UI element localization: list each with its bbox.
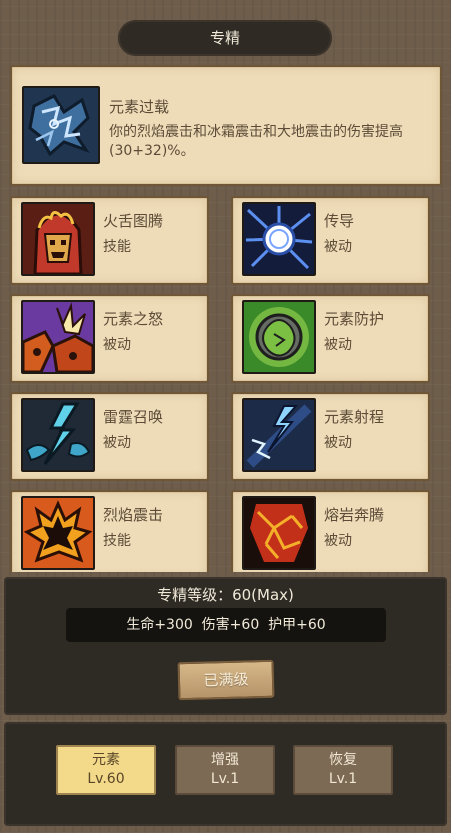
talent-list[interactable]: 元素过载 你的烈焰震击和冰霜震击和大地震击的伤害提高(30+32)%。 火舌图腾… — [0, 60, 451, 572]
skill-name: 元素防护 — [324, 310, 385, 328]
tab-name: 增强 — [211, 752, 239, 768]
skill-type: 技能 — [103, 533, 131, 549]
skill-name: 传导 — [324, 212, 355, 230]
skill-name: 火舌图腾 — [103, 212, 164, 230]
skill-card-elemental-range[interactable]: 元素射程 被动 — [231, 392, 430, 481]
tab-restoration[interactable]: 恢复 Lv.1 — [293, 745, 393, 795]
skill-type: 被动 — [324, 239, 352, 255]
skill-card-conduction[interactable]: 传导 被动 — [231, 196, 430, 285]
skill-type: 被动 — [324, 533, 352, 549]
lightning-chains-icon — [22, 86, 100, 164]
maxed-button[interactable]: 已满级 — [177, 659, 275, 701]
skill-name: 雷霆召唤 — [103, 408, 164, 426]
tab-name: 元素 — [92, 752, 120, 768]
skill-type: 被动 — [324, 337, 352, 353]
skill-card-lava-surge[interactable]: 熔岩奔腾 被动 — [231, 490, 430, 572]
skill-type: 被动 — [103, 435, 131, 451]
featured-talent-desc: 你的烈焰震击和冰霜震击和大地震击的伤害提高(30+32)%。 — [109, 124, 403, 159]
tab-name: 恢复 — [329, 752, 357, 768]
tab-level: Lv.1 — [328, 771, 358, 787]
conduction-orb-icon — [242, 202, 316, 276]
skill-card-flame-shock[interactable]: 烈焰震击 技能 — [10, 490, 209, 572]
tab-level: Lv.1 — [210, 771, 240, 787]
tab-level: Lv.60 — [87, 771, 125, 787]
elemental-fury-icon — [21, 300, 95, 374]
featured-talent-card[interactable]: 元素过载 你的烈焰震击和冰霜震击和大地震击的伤害提高(30+32)%。 — [10, 65, 442, 186]
mastery-level: 专精等级：60(Max) — [157, 586, 294, 604]
elemental-shield-icon — [242, 300, 316, 374]
thunder-call-icon — [21, 398, 95, 472]
mastery-stats: 生命+300 伤害+60 护甲+60 — [66, 608, 386, 642]
skill-type: 被动 — [324, 435, 352, 451]
skill-card-elemental-shield[interactable]: 元素防护 被动 — [231, 294, 430, 383]
skill-type: 被动 — [103, 337, 131, 353]
flame-shock-icon — [21, 496, 95, 570]
skill-card-flame-totem[interactable]: 火舌图腾 技能 — [10, 196, 209, 285]
skill-card-elemental-fury[interactable]: 元素之怒 被动 — [10, 294, 209, 383]
tab-enhancement[interactable]: 增强 Lv.1 — [175, 745, 275, 795]
skill-name: 熔岩奔腾 — [324, 506, 385, 524]
skill-name: 元素之怒 — [103, 310, 164, 328]
lava-surge-icon — [242, 496, 316, 570]
skill-name: 元素射程 — [324, 408, 385, 426]
mastery-panel: 专精等级：60(Max) 生命+300 伤害+60 护甲+60 已满级 — [4, 577, 447, 715]
skill-type: 技能 — [103, 239, 131, 255]
skill-card-thunder-call[interactable]: 雷霆召唤 被动 — [10, 392, 209, 481]
elemental-range-icon — [242, 398, 316, 472]
featured-talent-name: 元素过载 — [109, 98, 170, 116]
tab-elemental[interactable]: 元素 Lv.60 — [56, 745, 156, 795]
specialization-tabs: 元素 Lv.60 增强 Lv.1 恢复 Lv.1 — [4, 722, 447, 826]
flame-totem-icon — [21, 202, 95, 276]
skill-name: 烈焰震击 — [103, 506, 164, 524]
page-title: 专精 — [118, 20, 332, 56]
